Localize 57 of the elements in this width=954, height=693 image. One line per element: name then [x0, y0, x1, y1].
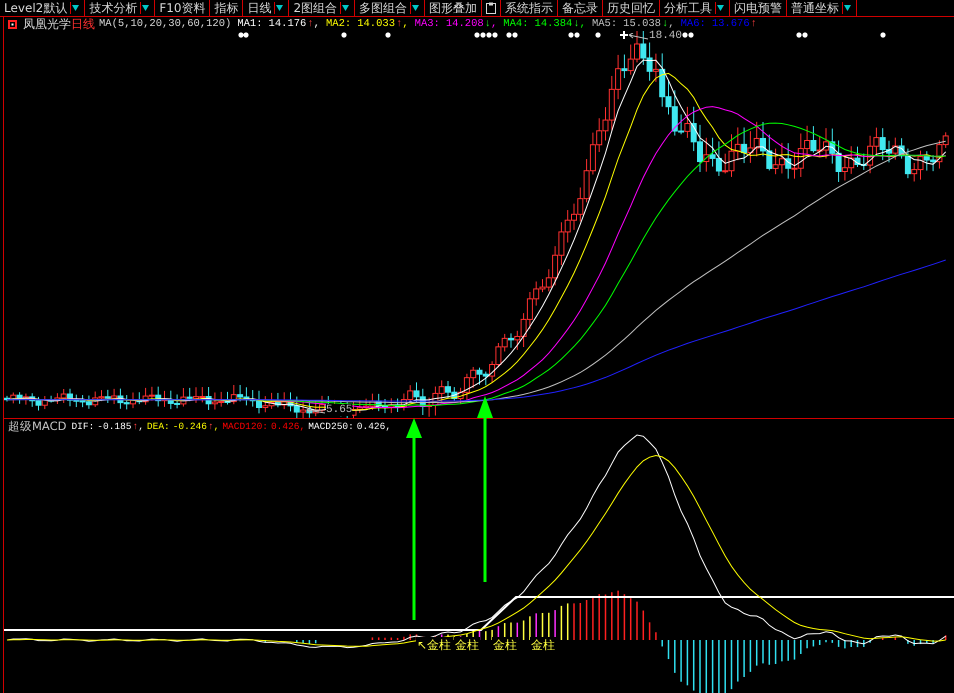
plus-mark-icon: [619, 31, 629, 40]
dot-mark-icon: [880, 32, 886, 38]
indicator-value: 14.208: [446, 18, 484, 30]
stock-name: 凤凰光学: [23, 16, 71, 32]
separator-comma: ,: [299, 420, 306, 432]
trend-arrow: ↑: [750, 18, 757, 30]
indicator-label: MA5:: [592, 18, 618, 30]
indicator-value: 0.426: [356, 420, 386, 432]
indicator-value: 0.426: [270, 420, 300, 432]
high-price-label: 18.40: [649, 30, 682, 42]
separator-comma: ,: [385, 420, 392, 432]
low-price-label: 5.65: [326, 404, 352, 416]
indicator-label: MA3:: [414, 18, 440, 30]
dropdown-icon[interactable]: [274, 2, 284, 14]
dropdown-icon[interactable]: [70, 2, 80, 14]
dot-mark-icon: [595, 32, 601, 38]
dropdown-icon[interactable]: [140, 2, 150, 14]
indicator-label: MA1:: [237, 18, 263, 30]
indicator-label: MACD250:: [308, 420, 354, 432]
trend-arrow: ↓: [662, 18, 668, 30]
separator-comma: ,: [490, 18, 498, 30]
separator-comma: ,: [580, 18, 586, 30]
dropdown-icon[interactable]: [340, 2, 350, 14]
trend-arrow: ↑: [307, 18, 314, 30]
indicator-value: 14.384: [534, 18, 572, 30]
trend-arrow: ↓: [573, 18, 580, 30]
indicator-label: MA4:: [503, 18, 529, 30]
trend-arrow: ↓: [484, 18, 491, 30]
separator-comma: ,: [138, 420, 144, 432]
indicator-label: DEA:: [146, 420, 170, 432]
trend-arrow: ↑: [396, 18, 402, 30]
indicator-value: -0.246: [172, 420, 207, 432]
separator-comma: ,: [314, 18, 320, 30]
dot-mark-icon: [341, 32, 347, 38]
ma-parameters: MA(5,10,20,30,60,120): [99, 18, 232, 30]
indicator-value: -0.185: [97, 420, 132, 432]
trend-arrow: ↑: [132, 420, 138, 432]
leader-line: [306, 407, 326, 416]
indicator-label: MA6:: [680, 18, 706, 30]
indicator-label: MACD120:: [222, 420, 268, 432]
dropdown-icon[interactable]: [715, 2, 726, 14]
dropdown-icon[interactable]: [842, 2, 852, 14]
separator-comma: ,: [668, 18, 675, 30]
indicator-value: 13.676: [712, 18, 750, 30]
indicator-value: 15.038: [623, 18, 661, 30]
trend-arrow: ↑: [208, 420, 214, 432]
period-label: 日线: [71, 16, 95, 32]
indicator-label: DIF:: [71, 420, 94, 432]
dot-mark-icon: [385, 32, 391, 38]
indicator-title: 超级MACD: [8, 418, 66, 434]
dropdown-icon[interactable]: [410, 2, 420, 14]
separator-comma: ,: [402, 18, 409, 30]
separator-comma: ,: [214, 420, 220, 432]
indicator-label: MA2:: [326, 18, 352, 30]
indicator-value: 14.176: [268, 18, 306, 30]
indicator-value: 14.033: [357, 18, 396, 30]
stock-square-icon: [8, 20, 17, 28]
